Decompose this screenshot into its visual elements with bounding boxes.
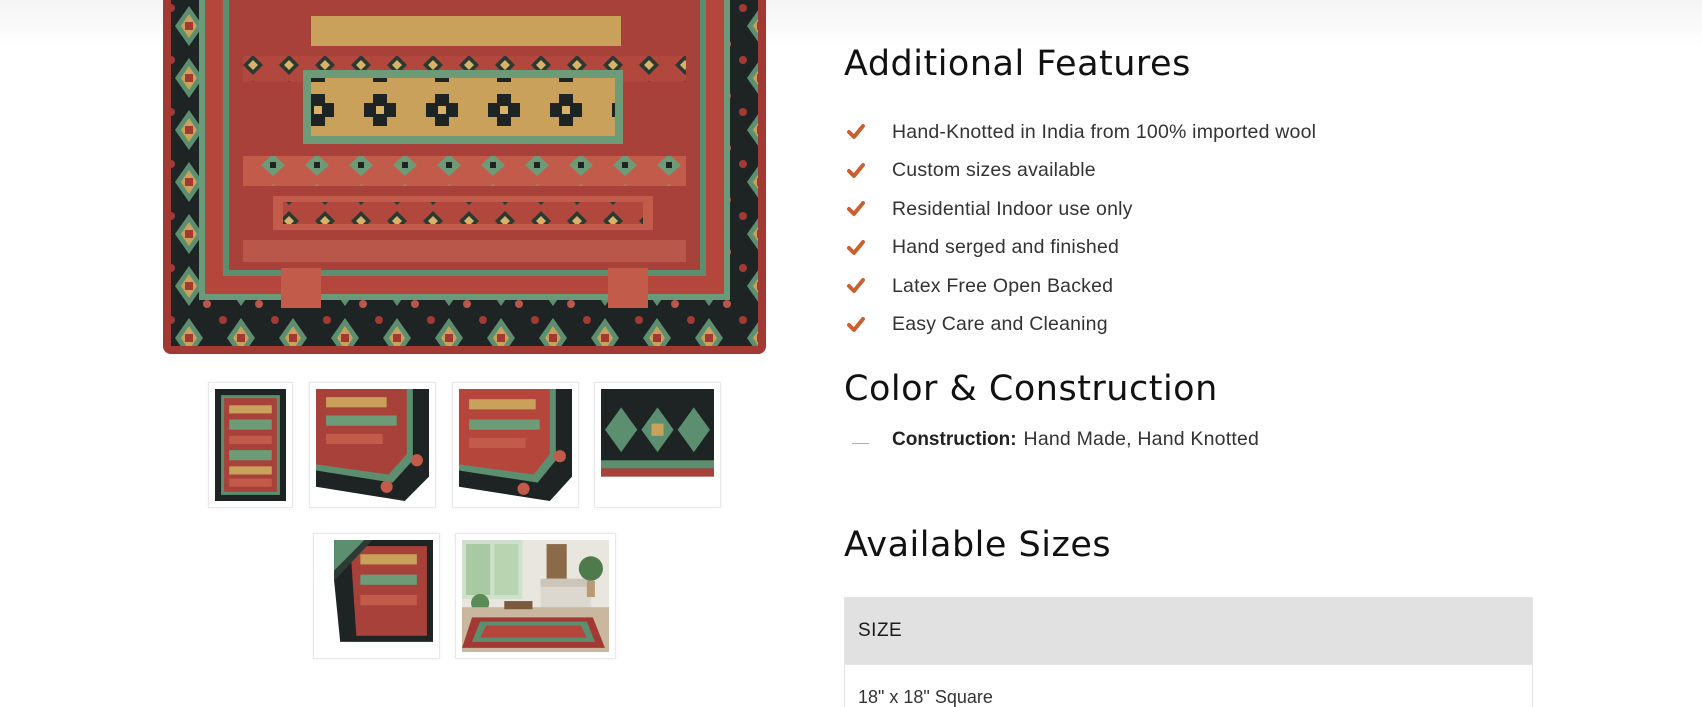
feature-text: Hand-Knotted in India from 100% imported…	[892, 120, 1317, 143]
size-column-header: SIZE	[845, 598, 1532, 664]
feature-text: Custom sizes available	[892, 159, 1096, 182]
check-icon	[846, 276, 866, 296]
check-icon	[846, 161, 866, 181]
size-row[interactable]: 18" x 18" Square	[845, 664, 1532, 707]
construction-row: Construction: Hand Made, Hand Knotted	[852, 428, 1259, 451]
check-icon	[846, 199, 866, 219]
feature-item: Custom sizes available	[846, 152, 1316, 191]
thumbnail-rug-corner-closeup-1[interactable]	[309, 382, 436, 508]
construction-value: Hand Made, Hand Knotted	[1023, 428, 1260, 450]
feature-item: Hand serged and finished	[846, 229, 1316, 268]
construction-label: Construction:	[892, 428, 1017, 450]
feature-text: Hand serged and finished	[892, 236, 1120, 259]
thumbnail-rug-corner-closeup-2[interactable]	[452, 382, 579, 508]
dash-icon	[852, 443, 869, 444]
thumbnail-rug-border-detail[interactable]	[594, 382, 721, 508]
feature-text: Latex Free Open Backed	[892, 274, 1114, 297]
check-icon	[846, 122, 866, 142]
feature-item: Easy Care and Cleaning	[846, 306, 1316, 345]
check-icon	[846, 238, 866, 258]
sizes-table: SIZE 18" x 18" Square	[844, 597, 1533, 707]
available-sizes-heading: Available Sizes	[844, 525, 1112, 565]
check-icon	[846, 315, 866, 335]
thumbnail-rug-folded-corner[interactable]	[313, 533, 440, 659]
feature-text: Residential Indoor use only	[892, 197, 1133, 220]
feature-item: Residential Indoor use only	[846, 190, 1316, 229]
color-construction-heading: Color & Construction	[844, 369, 1218, 409]
features-list: Hand-Knotted in India from 100% imported…	[846, 113, 1316, 344]
thumbnail-rug-room-scene[interactable]	[455, 533, 616, 659]
feature-item: Hand-Knotted in India from 100% imported…	[846, 113, 1316, 152]
features-heading: Additional Features	[844, 44, 1191, 84]
feature-item: Latex Free Open Backed	[846, 267, 1316, 306]
feature-text: Easy Care and Cleaning	[892, 313, 1108, 336]
thumbnail-rug-full-view[interactable]	[208, 382, 293, 508]
main-product-image[interactable]	[163, 0, 766, 354]
